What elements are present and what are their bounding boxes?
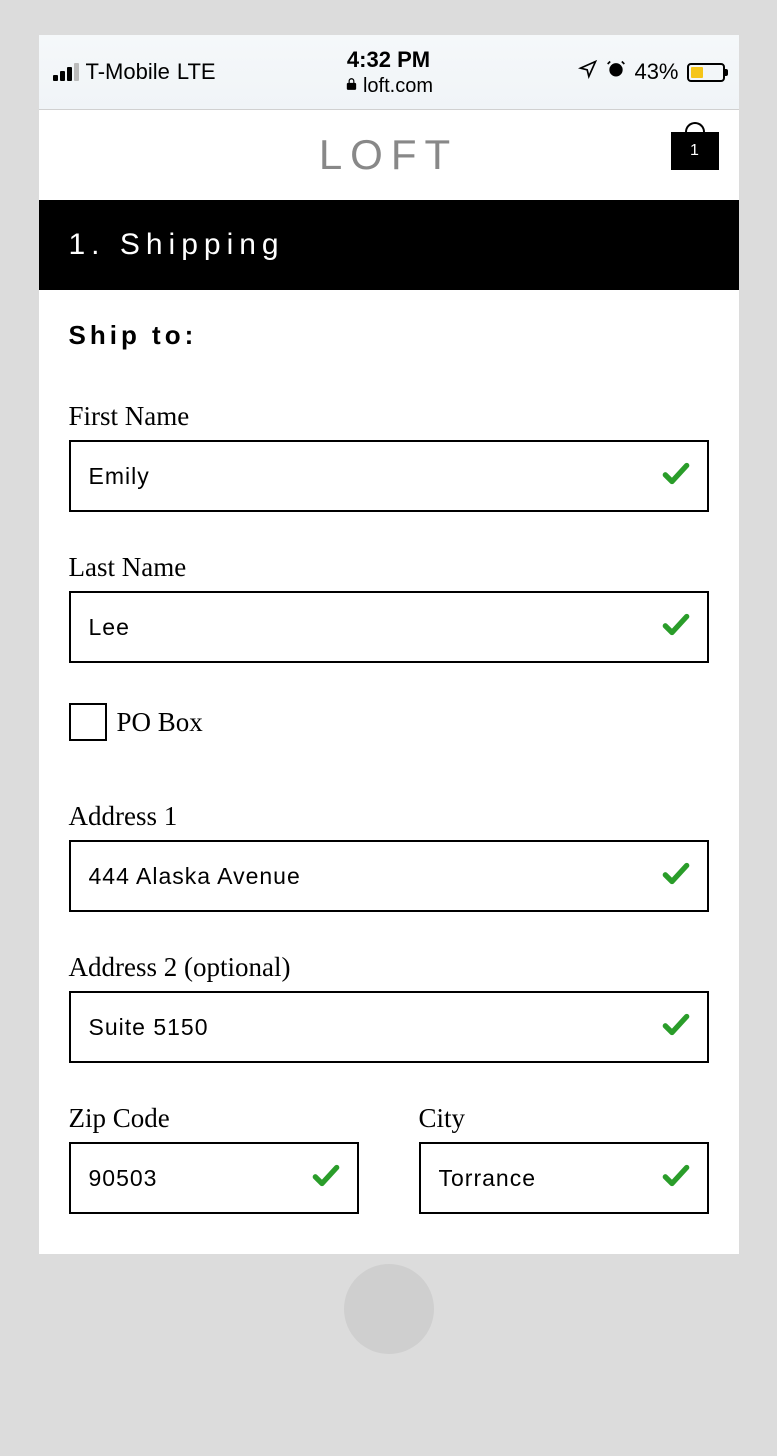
status-time: 4:32 PM — [344, 47, 433, 73]
check-icon — [660, 1160, 692, 1197]
address1-input[interactable] — [89, 863, 689, 890]
phone-frame: T-Mobile LTE 4:32 PM loft.com 43% — [39, 35, 739, 1254]
home-button[interactable] — [344, 1264, 434, 1354]
ship-to-label: Ship to: — [69, 320, 709, 351]
po-box-row[interactable]: PO Box — [69, 703, 709, 741]
address1-group: Address 1 — [69, 801, 709, 912]
last-name-input[interactable] — [89, 614, 689, 641]
address2-label: Address 2 (optional) — [69, 952, 709, 983]
status-left: T-Mobile LTE — [53, 59, 216, 85]
signal-bars-icon — [53, 63, 79, 81]
check-icon — [660, 458, 692, 495]
site-logo[interactable]: LOFT — [319, 131, 458, 179]
network-label: LTE — [177, 59, 216, 85]
po-box-checkbox[interactable] — [69, 703, 107, 741]
first-name-input[interactable] — [89, 463, 689, 490]
zip-city-row: Zip Code City — [69, 1103, 709, 1214]
location-arrow-icon — [578, 59, 598, 85]
city-label: City — [419, 1103, 709, 1134]
address2-group: Address 2 (optional) — [69, 952, 709, 1063]
battery-icon — [687, 63, 725, 82]
home-button-area — [39, 1254, 739, 1364]
last-name-group: Last Name — [69, 552, 709, 663]
cart-button[interactable]: 1 — [671, 132, 719, 170]
status-bar: T-Mobile LTE 4:32 PM loft.com 43% — [39, 35, 739, 110]
address1-label: Address 1 — [69, 801, 709, 832]
check-icon — [660, 858, 692, 895]
zip-group: Zip Code — [69, 1103, 359, 1214]
zip-label: Zip Code — [69, 1103, 359, 1134]
status-center: 4:32 PM loft.com — [344, 47, 433, 98]
shipping-form: Ship to: First Name Last Name — [39, 290, 739, 1254]
site-header: LOFT 1 — [39, 110, 739, 200]
address1-wrapper — [69, 840, 709, 912]
first-name-label: First Name — [69, 401, 709, 432]
last-name-wrapper — [69, 591, 709, 663]
zip-input[interactable] — [89, 1165, 339, 1192]
zip-wrapper — [69, 1142, 359, 1214]
check-icon — [660, 609, 692, 646]
carrier-label: T-Mobile — [86, 59, 170, 85]
last-name-label: Last Name — [69, 552, 709, 583]
city-input[interactable] — [439, 1165, 689, 1192]
address2-input[interactable] — [89, 1014, 689, 1041]
bag-icon: 1 — [671, 132, 719, 170]
section-header-shipping: 1. Shipping — [39, 200, 739, 290]
browser-url[interactable]: loft.com — [344, 75, 433, 98]
check-icon — [310, 1160, 342, 1197]
alarm-icon — [606, 59, 626, 85]
first-name-wrapper — [69, 440, 709, 512]
url-text: loft.com — [363, 75, 433, 98]
status-right: 43% — [578, 59, 724, 85]
po-box-label: PO Box — [117, 707, 203, 738]
city-group: City — [419, 1103, 709, 1214]
first-name-group: First Name — [69, 401, 709, 512]
check-icon — [660, 1009, 692, 1046]
cart-count: 1 — [690, 142, 699, 160]
lock-icon — [344, 75, 358, 98]
battery-percent: 43% — [634, 59, 678, 85]
address2-wrapper — [69, 991, 709, 1063]
city-wrapper — [419, 1142, 709, 1214]
